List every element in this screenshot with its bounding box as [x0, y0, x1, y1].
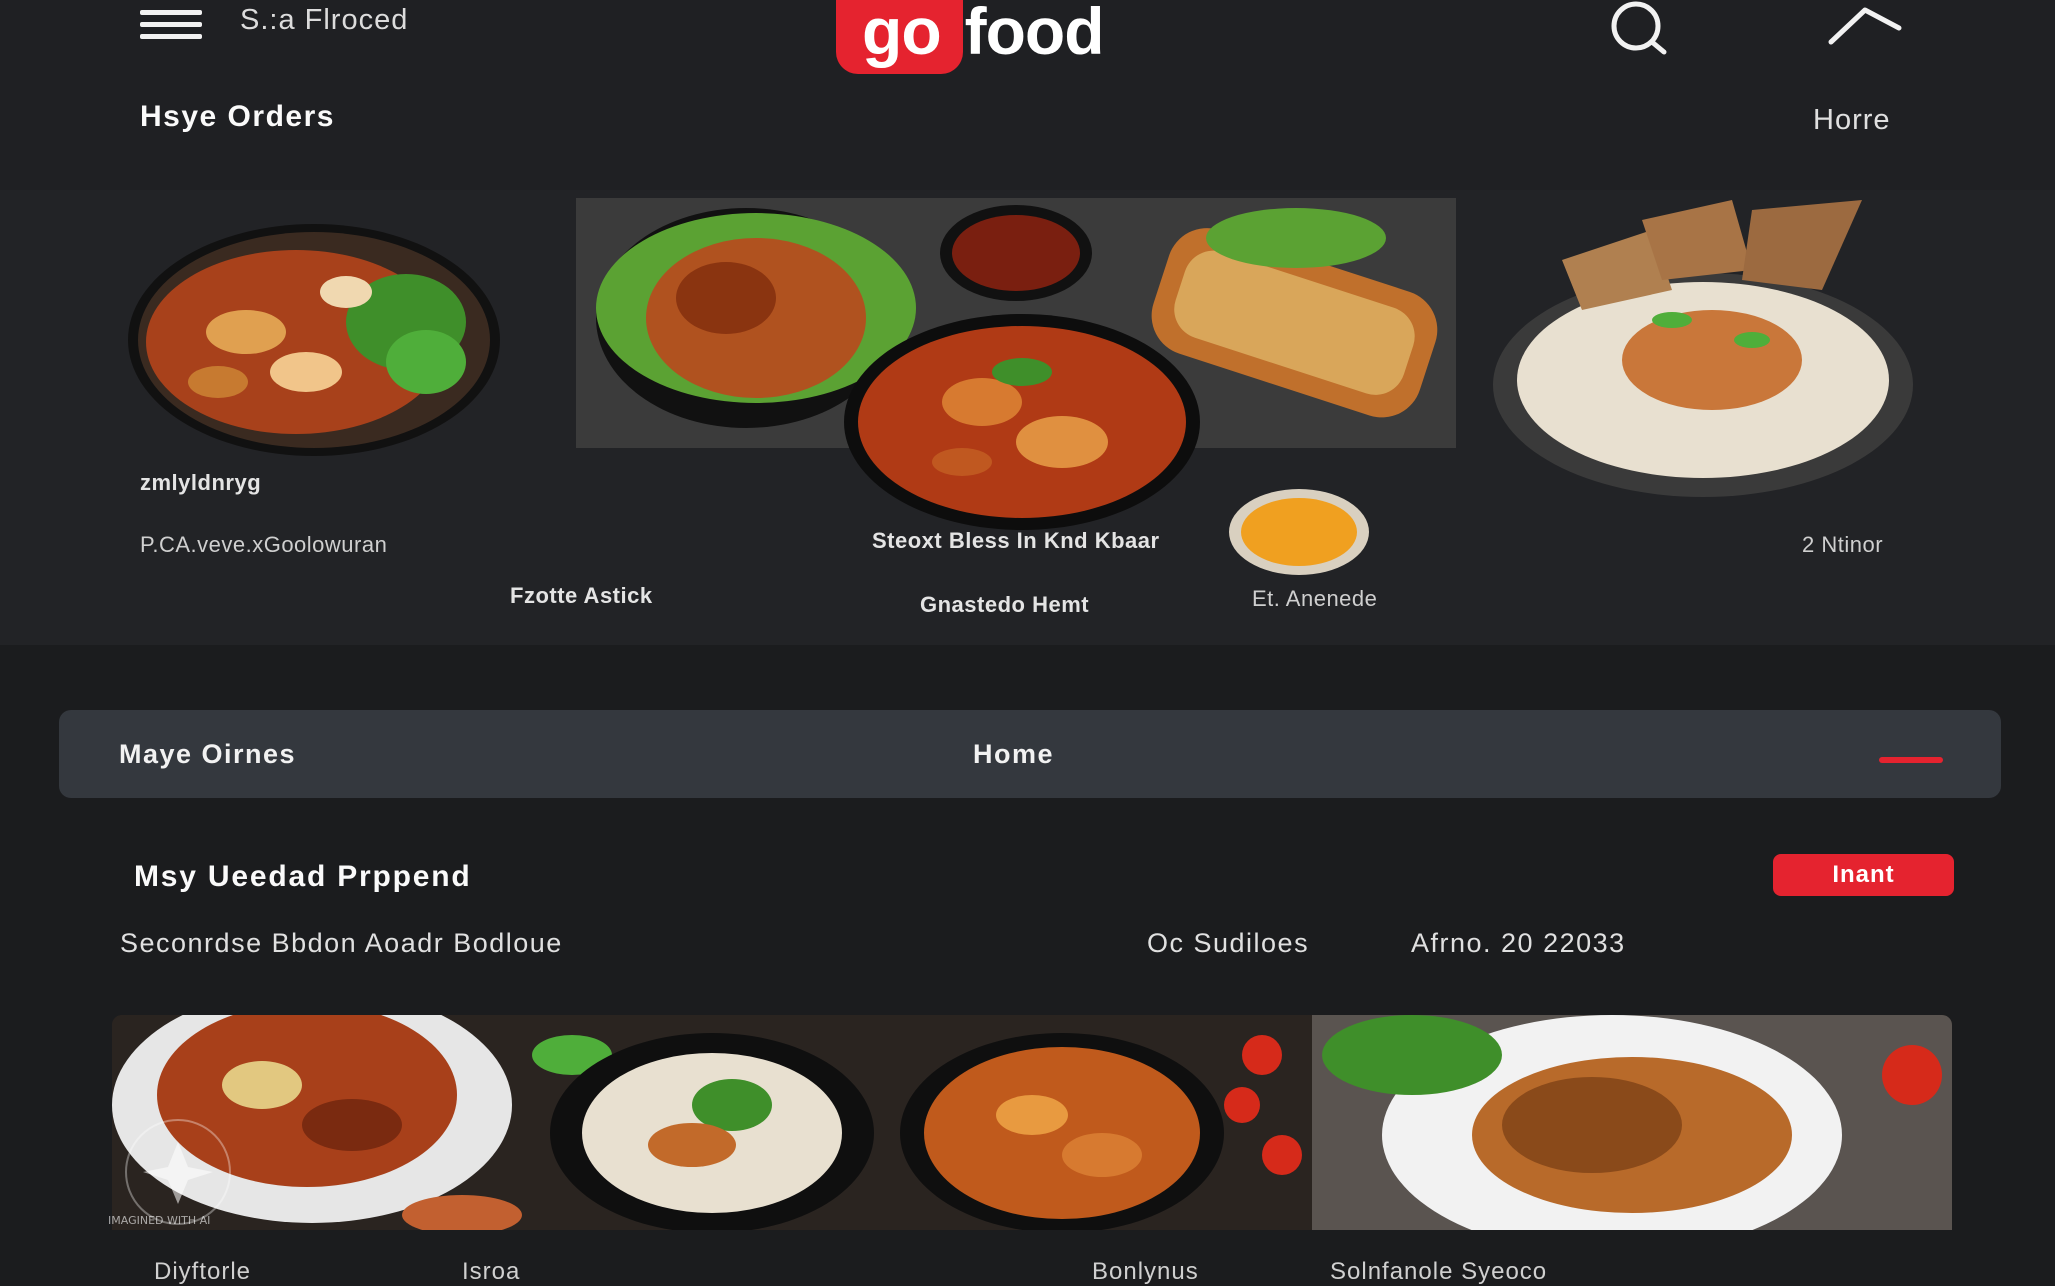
watermark-text: IMAGINED WITH AI — [108, 1214, 210, 1227]
order-status-button[interactable]: Inant — [1773, 854, 1954, 896]
watermark-logo: IMAGINED WITH AI — [108, 1119, 231, 1227]
gallery-caption-2: Isroa — [462, 1258, 521, 1285]
food-caption-5: Gnastedo Hemt — [920, 592, 1090, 617]
orders-row-link[interactable]: Horre — [1813, 104, 1891, 137]
gallery-caption-1: Diyftorle — [154, 1258, 252, 1285]
food-caption-1: zmlyldnryg — [140, 470, 262, 495]
food-caption-3: Fzotte Astick — [510, 583, 653, 608]
food-gallery-image[interactable] — [112, 1015, 1952, 1230]
order-date: Afrno. 20 22033 — [1411, 928, 1626, 958]
tab-bar: Maye Oirnes Home — [59, 710, 2001, 798]
order-title: Msy Ueedad Prppend — [134, 860, 472, 893]
brand-subtitle: S.:a Flroced — [240, 4, 409, 36]
gallery-caption-4: Solnfanole Syeoco — [1330, 1258, 1548, 1285]
food-caption-2: P.CA.veve.xGoolowuran — [140, 532, 388, 557]
tab-orders[interactable]: Maye Oirnes — [119, 710, 296, 798]
menu-icon[interactable] — [140, 10, 202, 40]
curry-center-image[interactable] — [842, 312, 1202, 532]
tab-indicator — [1879, 757, 1943, 763]
rice-plate-image[interactable] — [1492, 200, 1914, 500]
logo-food: food — [964, 0, 1105, 68]
orders-row-title: Hsye Orders — [140, 100, 335, 133]
gallery-caption-3: Bonlynus — [1092, 1258, 1199, 1285]
chevron-up-icon[interactable] — [1825, 2, 1905, 54]
food-caption-4: Steoxt Bless In Knd Kbaar — [872, 528, 1160, 553]
order-meta: Oc Sudiloes — [1147, 928, 1310, 958]
search-icon[interactable] — [1592, 0, 1682, 60]
gofood-logo[interactable]: go food — [836, 0, 1105, 74]
sauce-bowl-image[interactable] — [1228, 488, 1370, 576]
logo-go: go — [836, 0, 963, 74]
tab-home[interactable]: Home — [973, 710, 1054, 798]
order-description: Seconrdse Bbdon Aoadr Bodloue — [120, 928, 563, 958]
food-caption-6: Et. Anenede — [1252, 586, 1378, 611]
food-caption-7: 2 Ntinor — [1802, 532, 1884, 557]
curry-bowl-image[interactable] — [126, 222, 504, 458]
food-gallery — [112, 1015, 1952, 1230]
